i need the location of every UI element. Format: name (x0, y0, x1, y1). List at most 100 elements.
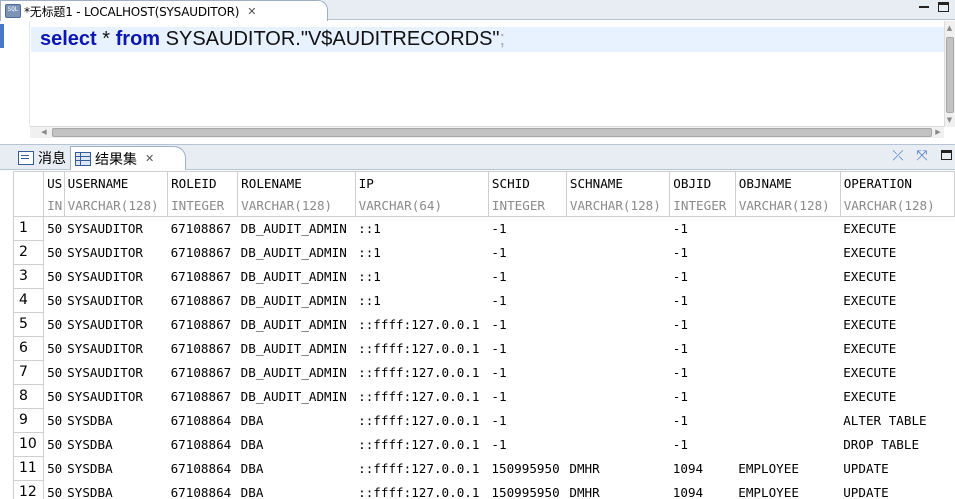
table-cell[interactable]: -1 (670, 337, 735, 361)
table-row[interactable]: 11 50 SYSDBA 67108864 DBA::ffff:127.0.0.1 150… (13, 456, 955, 481)
tab-messages[interactable]: 消息 (14, 146, 70, 170)
table-row[interactable]: 5 50 SYSAUDITOR 67108867 DB_AUDIT_ADMIN::fff… (13, 312, 955, 337)
table-row[interactable]: 3 50 SYSAUDITOR 67108867 DB_AUDIT_ADMIN::1 -1… (13, 264, 955, 289)
editor-vertical-scroll-thumb[interactable] (946, 37, 954, 113)
column-header[interactable]: USERNAME VARCHAR(128) (63, 171, 169, 217)
table-cell[interactable]: 67108867 (168, 361, 238, 385)
close-result-tab-icon[interactable]: ✕ (145, 152, 154, 165)
row-number[interactable]: 2 (13, 240, 45, 265)
table-cell[interactable] (566, 361, 669, 385)
table-cell[interactable]: 50 (43, 456, 65, 481)
table-cell[interactable]: DROP TABLE (840, 433, 954, 457)
close-editor-tab-icon[interactable]: ✕ (247, 5, 256, 18)
table-cell[interactable]: EXECUTE (840, 241, 954, 265)
table-cell[interactable]: 150995950 (488, 481, 566, 499)
table-cell[interactable]: DB_AUDIT_ADMIN (237, 216, 356, 241)
table-cell[interactable]: -1 (670, 385, 735, 409)
table-cell[interactable]: 50 (43, 408, 65, 433)
table-cell[interactable] (566, 265, 669, 289)
table-cell[interactable]: DBA (238, 481, 355, 499)
table-cell[interactable]: DB_AUDIT_ADMIN (238, 337, 355, 361)
table-cell[interactable] (566, 216, 670, 241)
table-cell[interactable]: -1 (488, 361, 566, 385)
clear-all-results-icon[interactable]: ⤧ (914, 148, 930, 164)
table-cell[interactable]: 50 (43, 384, 65, 409)
table-cell[interactable]: SYSDBA (64, 433, 167, 457)
table-cell[interactable]: -1 (670, 409, 735, 433)
table-cell[interactable]: DB_AUDIT_ADMIN (238, 385, 355, 409)
table-cell[interactable]: 150995950 (488, 457, 566, 481)
column-header[interactable]: ROLEID INTEGER (167, 171, 239, 217)
table-cell[interactable] (566, 385, 669, 409)
table-cell[interactable] (566, 313, 669, 337)
table-cell[interactable]: SYSAUDITOR (64, 337, 167, 361)
table-cell[interactable]: SYSAUDITOR (64, 361, 167, 385)
table-cell[interactable]: 50 (43, 312, 65, 337)
table-cell[interactable] (735, 241, 840, 265)
table-cell[interactable]: SYSDBA (64, 481, 167, 499)
row-number[interactable]: 1 (13, 216, 45, 241)
table-cell[interactable]: DB_AUDIT_ADMIN (238, 289, 355, 313)
table-cell[interactable]: SYSAUDITOR (64, 265, 167, 289)
table-cell[interactable]: DMHR (566, 457, 669, 481)
table-cell[interactable]: 50 (43, 240, 65, 265)
table-cell[interactable]: 50 (43, 480, 65, 499)
column-header[interactable]: OBJID INTEGER (669, 171, 736, 217)
table-cell[interactable]: DB_AUDIT_ADMIN (238, 265, 355, 289)
table-cell[interactable]: 67108867 (168, 385, 238, 409)
table-cell[interactable]: -1 (488, 289, 566, 313)
table-row[interactable]: 12 50 SYSDBA 67108864 DBA::ffff:127.0.0.1 150… (13, 480, 955, 499)
table-row[interactable]: 1 50 SYSAUDITOR 67108867 DB_AUDIT_ADMIN::1 -1… (13, 216, 955, 241)
table-cell[interactable] (735, 361, 840, 385)
column-header[interactable]: OPERATION VARCHAR(128) (839, 171, 955, 217)
table-cell[interactable]: 50 (43, 432, 65, 457)
table-cell[interactable]: ::ffff:127.0.0.1 (355, 457, 488, 481)
table-cell[interactable]: 67108864 (168, 481, 238, 499)
table-cell[interactable] (735, 313, 840, 337)
table-cell[interactable]: SYSAUDITOR (64, 241, 167, 265)
row-number[interactable]: 11 (13, 456, 45, 481)
table-cell[interactable]: ::ffff:127.0.0.1 (355, 385, 488, 409)
table-cell[interactable]: ::1 (355, 265, 488, 289)
table-cell[interactable]: 50 (43, 216, 65, 241)
table-cell[interactable]: EMPLOYEE (735, 481, 840, 499)
table-cell[interactable]: 1094 (670, 481, 735, 499)
table-cell[interactable]: -1 (488, 385, 566, 409)
column-header[interactable]: IP VARCHAR(64) (354, 171, 489, 217)
table-cell[interactable]: 67108867 (168, 241, 238, 265)
column-header[interactable]: SCHNAME VARCHAR(128) (565, 171, 671, 217)
table-cell[interactable]: 67108864 (168, 409, 238, 433)
table-cell[interactable]: SYSAUDITOR (64, 385, 167, 409)
table-cell[interactable] (566, 241, 669, 265)
table-row[interactable]: 9 50 SYSDBA 67108864 DBA::ffff:127.0.0.1 -1 -1… (13, 408, 955, 433)
row-number[interactable]: 5 (13, 312, 45, 337)
maximize-results-icon[interactable] (941, 150, 952, 160)
table-cell[interactable]: -1 (670, 361, 735, 385)
table-row[interactable]: 7 50 SYSAUDITOR 67108867 DB_AUDIT_ADMIN::fff… (13, 360, 955, 385)
table-cell[interactable] (566, 409, 669, 433)
table-cell[interactable]: 50 (43, 360, 65, 385)
table-cell[interactable]: SYSDBA (64, 457, 167, 481)
table-cell[interactable]: DB_AUDIT_ADMIN (238, 241, 355, 265)
table-cell[interactable]: EXECUTE (840, 265, 954, 289)
table-cell[interactable] (566, 337, 669, 361)
row-number[interactable]: 4 (13, 288, 45, 313)
table-cell[interactable]: 67108867 (168, 289, 238, 313)
table-cell[interactable]: DMHR (566, 481, 669, 499)
table-cell[interactable]: ::1 (355, 289, 488, 313)
scroll-left-arrow-icon[interactable]: ◀ (38, 126, 50, 138)
row-number[interactable]: 3 (13, 264, 45, 289)
table-cell[interactable]: 67108864 (168, 433, 238, 457)
table-cell[interactable]: EXECUTE (840, 313, 954, 337)
table-cell[interactable]: EXECUTE (840, 361, 954, 385)
table-cell[interactable]: SYSAUDITOR (64, 313, 167, 337)
table-cell[interactable] (735, 337, 840, 361)
table-cell[interactable]: UPDATE (840, 457, 954, 481)
row-number[interactable]: 9 (13, 408, 45, 433)
row-number[interactable]: 8 (13, 384, 45, 409)
table-cell[interactable]: ALTER TABLE (840, 409, 954, 433)
table-cell[interactable]: -1 (488, 337, 566, 361)
table-cell[interactable]: DB_AUDIT_ADMIN (238, 361, 355, 385)
table-cell[interactable]: -1 (670, 433, 735, 457)
table-cell[interactable]: ::1 (355, 241, 488, 265)
